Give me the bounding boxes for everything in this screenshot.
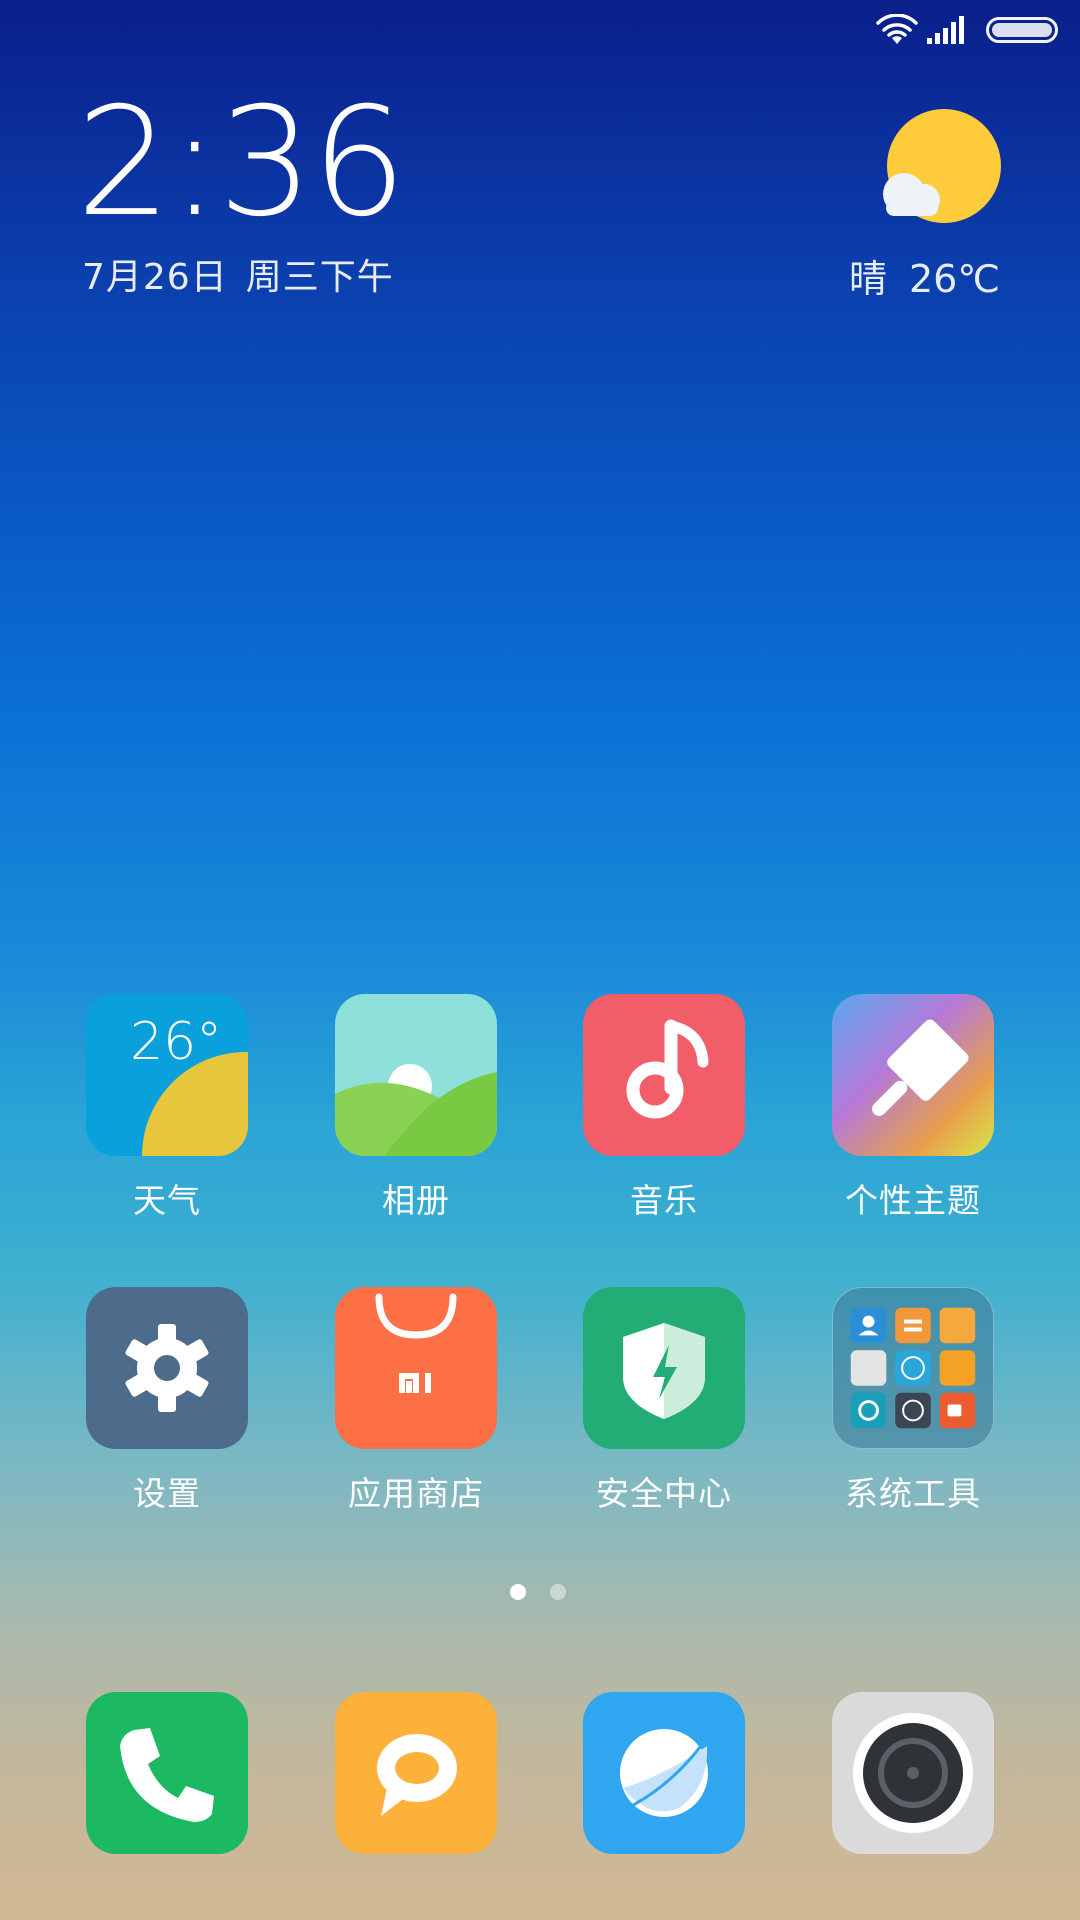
sunny-cloud-icon[interactable] bbox=[880, 108, 1002, 230]
dock-camera[interactable] bbox=[832, 1692, 994, 1854]
app-store[interactable]: 应用商店 bbox=[335, 1287, 497, 1513]
app-gallery[interactable]: 相册 bbox=[335, 994, 497, 1220]
clock-time[interactable]: 2:36 bbox=[76, 88, 407, 238]
weather-tile-temperature: 26° bbox=[130, 1012, 223, 1072]
app-music[interactable]: 音乐 bbox=[583, 994, 745, 1220]
wifi-icon bbox=[876, 14, 918, 44]
dock-phone[interactable] bbox=[86, 1692, 248, 1854]
app-label: 应用商店 bbox=[348, 1474, 484, 1513]
battery-icon bbox=[986, 17, 1058, 43]
app-themes[interactable]: 个性主题 bbox=[832, 994, 994, 1220]
weather-condition: 晴 bbox=[848, 257, 887, 301]
status-bar bbox=[0, 0, 1080, 60]
app-label: 个性主题 bbox=[845, 1181, 981, 1220]
date-label: 7月26日 bbox=[82, 257, 228, 298]
music-icon[interactable] bbox=[583, 994, 745, 1156]
app-store-icon[interactable] bbox=[335, 1287, 497, 1449]
app-system-tools-folder[interactable]: 系统工具 bbox=[832, 1287, 994, 1513]
browser-icon[interactable] bbox=[583, 1692, 745, 1854]
system-tools-folder-icon[interactable] bbox=[832, 1287, 994, 1449]
weather-summary[interactable]: 晴 26℃ bbox=[849, 248, 1000, 303]
app-security[interactable]: 安全中心 bbox=[583, 1287, 745, 1513]
app-weather[interactable]: 26° 天气 bbox=[86, 994, 248, 1220]
camera-icon[interactable] bbox=[832, 1692, 994, 1854]
app-label: 相册 bbox=[382, 1181, 450, 1220]
page-dot-active[interactable] bbox=[510, 1584, 526, 1600]
dock-messages[interactable] bbox=[335, 1692, 497, 1854]
page-dot[interactable] bbox=[550, 1584, 566, 1600]
themes-icon[interactable] bbox=[832, 994, 994, 1156]
app-label: 天气 bbox=[133, 1181, 201, 1220]
weekday-label: 周三下午 bbox=[245, 257, 394, 298]
messages-icon[interactable] bbox=[335, 1692, 497, 1854]
gallery-icon[interactable] bbox=[335, 994, 497, 1156]
signal-icon bbox=[927, 16, 964, 44]
page-indicator bbox=[510, 1584, 590, 1602]
phone-icon[interactable] bbox=[86, 1692, 248, 1854]
app-label: 系统工具 bbox=[845, 1474, 981, 1513]
app-label: 安全中心 bbox=[596, 1474, 732, 1513]
security-icon[interactable] bbox=[583, 1287, 745, 1449]
settings-icon[interactable] bbox=[86, 1287, 248, 1449]
app-settings[interactable]: 设置 bbox=[86, 1287, 248, 1513]
dock-browser[interactable] bbox=[583, 1692, 745, 1854]
weather-temperature: 26℃ bbox=[908, 257, 1000, 301]
app-label: 设置 bbox=[133, 1474, 201, 1513]
app-label: 音乐 bbox=[630, 1181, 698, 1220]
clock-date[interactable]: 7月26日 周三下午 bbox=[82, 248, 394, 300]
weather-icon[interactable]: 26° bbox=[86, 994, 248, 1156]
